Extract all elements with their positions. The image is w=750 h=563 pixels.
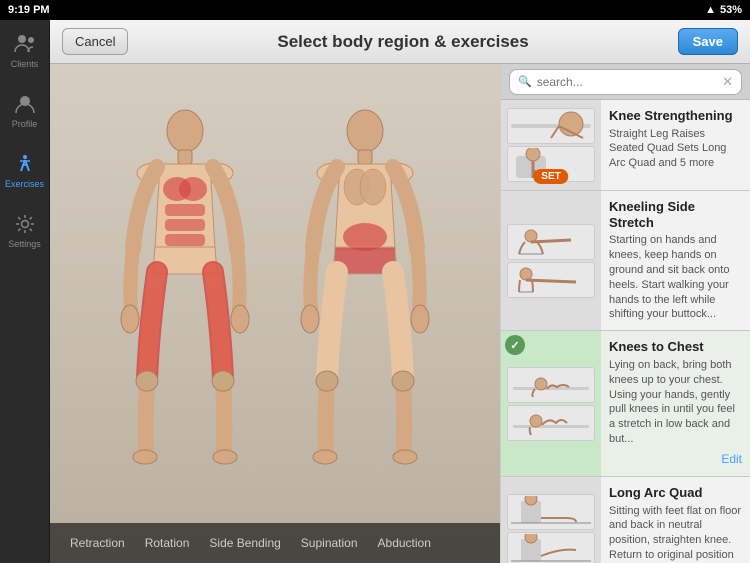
- body-area: Retraction Rotation Side Bending Supinat…: [50, 64, 500, 563]
- exercise-desc: Starting on hands and knees, keep hands …: [609, 233, 742, 322]
- thumb-img-1: [507, 224, 595, 260]
- exercise-item[interactable]: Long Arc Quad Sitting with feet flat on …: [501, 477, 750, 563]
- exercise-info: Knee Strengthening Straight Leg Raises S…: [601, 100, 750, 190]
- page-title: Select body region & exercises: [128, 32, 677, 52]
- checkmark-badge: ✓: [505, 335, 525, 355]
- save-button[interactable]: Save: [678, 28, 738, 55]
- clients-label: Clients: [11, 59, 39, 69]
- thumb-img-2: [507, 532, 595, 563]
- exercise-thumbnail: [501, 477, 601, 563]
- battery-text: 53%: [720, 4, 742, 16]
- exercise-name: Knee Strengthening: [609, 108, 742, 124]
- right-panel: 🔍 ✕: [500, 64, 750, 563]
- exercise-item[interactable]: SET Knee Strengthening Straight Leg Rais…: [501, 100, 750, 191]
- top-bar: Cancel Select body region & exercises Sa…: [50, 20, 750, 64]
- search-bar: 🔍 ✕: [501, 64, 750, 100]
- thumbnail-images: [505, 494, 597, 563]
- thumb-img-2: [507, 405, 595, 441]
- scroll-tabs: Retraction Rotation Side Bending Supinat…: [50, 523, 500, 563]
- thumb-img-1: [507, 367, 595, 403]
- thumb-img-2: [507, 262, 595, 298]
- exercise-desc: Straight Leg Raises Seated Quad Sets Lon…: [609, 127, 742, 172]
- app-container: Clients Profile Exercises: [0, 20, 750, 563]
- sidebar-item-settings[interactable]: Settings: [0, 200, 50, 260]
- set-badge: SET: [533, 169, 568, 184]
- anatomy-back[interactable]: [285, 109, 445, 479]
- exercise-info: Knees to Chest Lying on back, bring both…: [601, 331, 750, 476]
- exercise-thumbnail: [501, 191, 601, 330]
- tab-supination[interactable]: Supination: [291, 523, 368, 563]
- cancel-button[interactable]: Cancel: [62, 28, 128, 55]
- exercise-name: Long Arc Quad: [609, 485, 742, 501]
- settings-label: Settings: [8, 239, 41, 249]
- profile-label: Profile: [12, 119, 38, 129]
- exercise-thumbnail: ✓: [501, 331, 601, 476]
- search-clear-icon[interactable]: ✕: [722, 74, 733, 90]
- tab-retraction[interactable]: Retraction: [60, 523, 135, 563]
- status-left: 9:19 PM: [8, 4, 50, 16]
- exercise-item-selected[interactable]: ✓: [501, 331, 750, 477]
- sidebar-item-clients[interactable]: Clients: [0, 20, 50, 80]
- exercise-item[interactable]: Kneeling Side Stretch Starting on hands …: [501, 191, 750, 331]
- thumb-img-1: [507, 108, 595, 144]
- exercise-desc: Lying on back, bring both knees up to yo…: [609, 358, 742, 447]
- clients-icon: [13, 32, 37, 56]
- search-input[interactable]: [537, 75, 717, 89]
- exercise-desc: Sitting with feet flat on floor and back…: [609, 504, 742, 563]
- thumbnail-images: [505, 224, 597, 298]
- settings-icon: [13, 212, 37, 236]
- thumbnail-images: [505, 367, 597, 441]
- exercise-name: Knees to Chest: [609, 339, 742, 355]
- tab-rotation[interactable]: Rotation: [135, 523, 200, 563]
- exercise-edit-button[interactable]: Edit: [721, 450, 742, 468]
- body-list-area: Retraction Rotation Side Bending Supinat…: [50, 64, 750, 563]
- exercise-name: Kneeling Side Stretch: [609, 199, 742, 230]
- status-right: ▲ 53%: [705, 4, 742, 16]
- anatomy-front[interactable]: [105, 109, 265, 479]
- tab-side-bending[interactable]: Side Bending: [199, 523, 290, 563]
- search-input-wrap[interactable]: 🔍 ✕: [509, 69, 742, 95]
- exercise-list: SET Knee Strengthening Straight Leg Rais…: [501, 100, 750, 563]
- status-time: 9:19 PM: [8, 4, 50, 16]
- sidebar-item-exercises[interactable]: Exercises: [0, 140, 50, 200]
- exercises-label: Exercises: [5, 179, 44, 189]
- exercise-thumbnail: SET: [501, 100, 601, 190]
- exercises-icon: [13, 152, 37, 176]
- tab-abduction[interactable]: Abduction: [368, 523, 441, 563]
- main-content: Cancel Select body region & exercises Sa…: [50, 20, 750, 563]
- exercise-info: Kneeling Side Stretch Starting on hands …: [601, 191, 750, 330]
- exercise-info: Long Arc Quad Sitting with feet flat on …: [601, 477, 750, 563]
- search-icon: 🔍: [518, 75, 532, 88]
- thumb-img-1: [507, 494, 595, 530]
- sidebar-item-profile[interactable]: Profile: [0, 80, 50, 140]
- wifi-icon: ▲: [705, 4, 716, 16]
- status-bar: 9:19 PM ▲ 53%: [0, 0, 750, 20]
- profile-icon: [13, 92, 37, 116]
- anatomy-container: [50, 64, 500, 523]
- sidebar: Clients Profile Exercises: [0, 20, 50, 563]
